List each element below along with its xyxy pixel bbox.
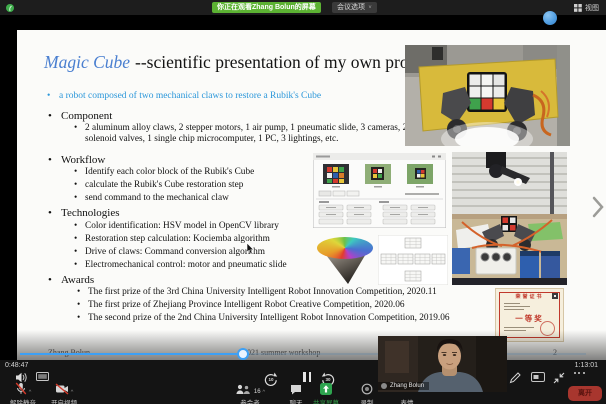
rewind-seconds: 10 bbox=[263, 377, 279, 382]
top-bar: 你正在观看Zhang Bolun的屏幕 会议选项 ∨ 视图 bbox=[0, 0, 606, 15]
share-screen-icon bbox=[320, 383, 332, 395]
participants-button[interactable]: 16 ^ 参会者 bbox=[228, 382, 272, 395]
current-time: 0:48:47 bbox=[5, 362, 28, 369]
section-workflow-label: Workflow bbox=[61, 154, 105, 166]
total-time: 1:13:01 bbox=[575, 362, 598, 369]
reactions-label: 表情 bbox=[392, 397, 422, 404]
participant-count: 16 bbox=[254, 389, 261, 395]
technology-item: Color identification: HSV model in OpenC… bbox=[85, 221, 279, 232]
progress-handle[interactable] bbox=[237, 348, 249, 360]
slide-title-emphasis: Magic Cube bbox=[44, 52, 130, 72]
section-component-label: Component bbox=[61, 110, 112, 122]
section-awards-label: Awards bbox=[61, 274, 94, 286]
record-icon bbox=[361, 383, 373, 395]
workflow-item: calculate the Rubik's Cube restoration s… bbox=[85, 180, 243, 191]
next-slide-chevron-icon[interactable] bbox=[592, 196, 604, 218]
certificate-seal bbox=[540, 321, 555, 336]
leave-meeting-button[interactable]: 离开 bbox=[568, 386, 602, 401]
camera-muted-icon bbox=[55, 383, 69, 395]
certificate-image: 荣誉证书 一等奖 bbox=[495, 288, 564, 342]
section-technologies-label: Technologies bbox=[61, 207, 120, 219]
unmute-caret-icon[interactable]: ^ bbox=[29, 390, 32, 395]
meeting-screen-share-view: Magic Cube--scientific presentation of m… bbox=[0, 0, 606, 404]
annotate-pencil-icon[interactable] bbox=[508, 372, 521, 384]
mouse-cursor-icon bbox=[246, 243, 255, 255]
participants-caret-icon[interactable]: ^ bbox=[263, 390, 266, 395]
view-label: 视图 bbox=[585, 3, 599, 13]
video-caret-icon[interactable]: ^ bbox=[71, 390, 74, 395]
award-item: The second prize of the 2nd China Univer… bbox=[88, 313, 558, 324]
viewing-screen-banner: 你正在观看Zhang Bolun的屏幕 bbox=[212, 2, 321, 13]
photo-robot-rig bbox=[452, 152, 567, 285]
hsv-cone-top bbox=[317, 237, 373, 259]
more-options-icon[interactable] bbox=[572, 372, 586, 374]
participants-label: 参会者 bbox=[228, 397, 272, 404]
display-icon[interactable] bbox=[35, 372, 49, 382]
view-grid-icon bbox=[574, 4, 582, 12]
presentation-slide: Magic Cube--scientific presentation of m… bbox=[17, 30, 606, 360]
webcam-participant-name: Zhang Bolun bbox=[390, 383, 424, 389]
workflow-item: send command to the mechanical claw bbox=[85, 193, 229, 204]
meeting-options-button[interactable]: 会议选项 ∨ bbox=[332, 2, 377, 13]
pause-icon[interactable] bbox=[302, 372, 312, 382]
workflow-item: Identify each color block of the Rubik's… bbox=[85, 167, 254, 178]
slide-title-rest: --scientific presentation of my own proj… bbox=[135, 52, 434, 72]
unmute-button[interactable]: ^ 解除静音 bbox=[4, 382, 42, 395]
participants-icon bbox=[235, 384, 251, 395]
start-video-button[interactable]: ^ 开启视频 bbox=[47, 382, 81, 395]
screenshot-cube-software bbox=[313, 153, 446, 228]
mic-muted-icon bbox=[15, 382, 27, 395]
image-hsv-color-cone bbox=[315, 235, 377, 285]
award-item: The first prize of the 3rd China Univers… bbox=[88, 287, 558, 298]
slide-title: Magic Cube--scientific presentation of m… bbox=[44, 52, 434, 73]
webcam-name-tag: Zhang Bolun bbox=[378, 382, 429, 390]
webcam-thumbnail[interactable]: Zhang Bolun bbox=[378, 336, 507, 392]
webcam-status-icon bbox=[381, 383, 387, 389]
record-label: 录制 bbox=[352, 397, 382, 404]
meeting-options-label: 会议选项 bbox=[337, 2, 365, 13]
view-button[interactable]: 视图 bbox=[574, 2, 599, 13]
floating-avatar-dot[interactable] bbox=[543, 11, 557, 25]
picture-in-picture-icon[interactable] bbox=[530, 372, 545, 382]
photo-robot-claws-cube bbox=[405, 45, 570, 146]
certificate-qr-code bbox=[552, 293, 558, 299]
start-video-label: 开启视频 bbox=[47, 397, 81, 404]
app-icon[interactable] bbox=[5, 3, 15, 13]
slide-subtitle: a robot composed of two mechanical claws… bbox=[59, 91, 321, 101]
share-screen-button[interactable]: 共享屏幕 bbox=[306, 382, 346, 395]
image-cube-table-document bbox=[378, 235, 448, 285]
progress-fill bbox=[20, 353, 243, 355]
options-caret-down-icon: ∨ bbox=[368, 3, 372, 12]
forward-seconds: 30 bbox=[320, 377, 336, 382]
component-item: 2 aluminum alloy claws, 2 stepper motors… bbox=[85, 123, 433, 145]
technology-item: Drive of claws: Command conversion algor… bbox=[85, 247, 265, 258]
bottom-toolbar: 0:48:47 1:13:01 10 30 bbox=[0, 360, 606, 404]
chat-icon bbox=[290, 384, 302, 395]
share-screen-label: 共享屏幕 bbox=[306, 397, 346, 404]
technology-item: Restoration step calculation: Kociemba a… bbox=[85, 234, 270, 245]
technology-item: Electromechanical control: motor and pne… bbox=[85, 260, 287, 271]
award-item: The first prize of Zhejiang Province Int… bbox=[88, 300, 558, 311]
unmute-label: 解除静音 bbox=[4, 397, 42, 404]
exit-fullscreen-icon[interactable] bbox=[552, 372, 565, 384]
